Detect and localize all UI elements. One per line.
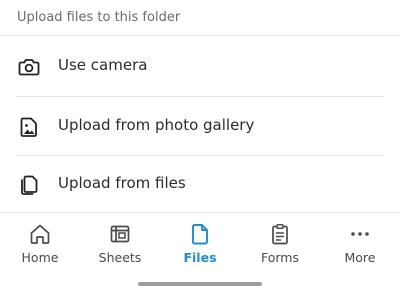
tab-more[interactable]: More xyxy=(320,213,400,275)
sheet-title: Upload files to this folder xyxy=(17,10,181,25)
upload-from-gallery-button[interactable]: Upload from photo gallery xyxy=(0,97,400,155)
tab-sheets-label: Sheets xyxy=(98,250,142,265)
tab-home[interactable]: Home xyxy=(0,213,80,275)
upload-from-files-label: Upload from files xyxy=(58,174,186,192)
tab-files-label: Files xyxy=(183,250,217,265)
sheets-icon xyxy=(110,225,130,243)
clipboard-icon xyxy=(272,224,288,245)
image-icon xyxy=(20,117,37,137)
tab-forms-label: Forms xyxy=(260,250,299,265)
tab-forms[interactable]: Forms xyxy=(240,213,320,275)
camera-icon xyxy=(18,59,40,76)
file-icon xyxy=(192,224,208,245)
tab-more-label: More xyxy=(344,250,376,265)
sheet-header: Upload files to this folder xyxy=(0,0,400,36)
upload-sheet: Upload files to this folder Use camera U… xyxy=(0,0,400,296)
home-icon xyxy=(30,224,50,244)
tab-files[interactable]: Files xyxy=(160,213,240,275)
upload-from-gallery-label: Upload from photo gallery xyxy=(58,116,255,134)
use-camera-label: Use camera xyxy=(58,56,148,74)
tab-sheets[interactable]: Sheets xyxy=(80,213,160,275)
use-camera-button[interactable]: Use camera xyxy=(0,37,400,95)
files-icon xyxy=(21,175,38,195)
upload-from-files-button[interactable]: Upload from files xyxy=(0,155,400,213)
home-indicator[interactable] xyxy=(138,282,262,286)
tab-home-label: Home xyxy=(21,250,59,265)
more-icon xyxy=(351,232,369,236)
